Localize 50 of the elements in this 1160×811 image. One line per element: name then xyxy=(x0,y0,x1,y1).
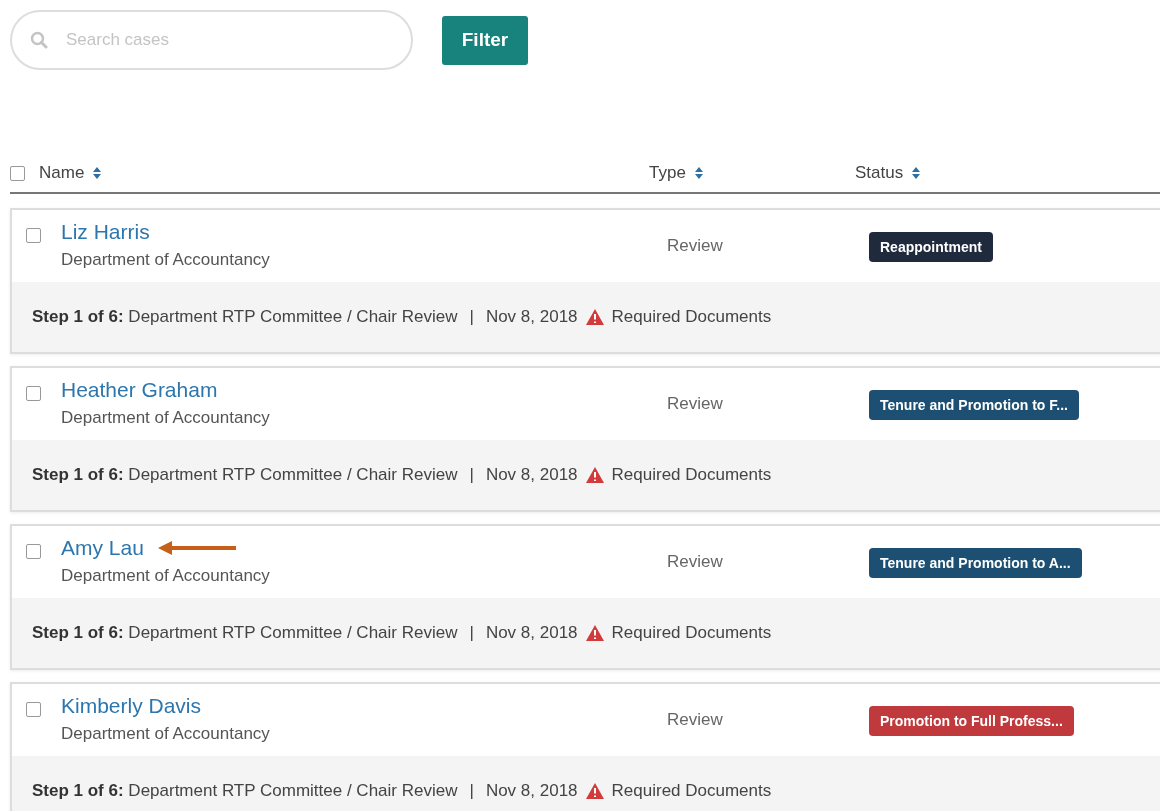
warning-icon xyxy=(585,467,604,483)
status-badge: Tenure and Promotion to A... xyxy=(869,548,1082,578)
case-name-link[interactable]: Kimberly Davis xyxy=(61,694,202,718)
separator: | xyxy=(469,781,474,801)
documents-text: Required Documents xyxy=(611,307,772,327)
type-text: Review xyxy=(667,710,724,730)
case-name-link[interactable]: Liz Harris xyxy=(61,220,150,244)
department-text: Department of Accountancy xyxy=(61,724,271,744)
department-text: Department of Accountancy xyxy=(61,566,271,586)
warning-icon xyxy=(585,783,604,799)
step-text: Step 1 of 6: Department RTP Committee / Chair Review xyxy=(32,307,458,327)
case-name-link[interactable]: Heather Graham xyxy=(61,378,218,402)
warning-icon xyxy=(585,309,604,325)
documents-text: Required Documents xyxy=(611,623,772,643)
warning-icon xyxy=(585,625,604,641)
separator: | xyxy=(469,465,474,485)
row-checkbox[interactable] xyxy=(26,544,41,559)
department-text: Department of Accountancy xyxy=(61,408,271,428)
step-text: Step 1 of 6: Department RTP Committee / Chair Review xyxy=(32,623,458,643)
column-header[interactable]: Name xyxy=(39,163,85,183)
case-name-link[interactable]: Amy Lau xyxy=(61,536,144,560)
select-all-checkbox[interactable] xyxy=(10,165,25,181)
department-text: Department of Accountancy xyxy=(61,250,271,270)
column-header[interactable]: Status xyxy=(855,163,904,183)
status-badge: Reappointment xyxy=(869,232,993,262)
sort-icon[interactable] xyxy=(92,166,103,180)
documents-text: Required Documents xyxy=(611,465,772,485)
row-checkbox[interactable] xyxy=(26,228,41,243)
documents-text: Required Documents xyxy=(611,781,772,801)
step-text: Step 1 of 6: Department RTP Committee / Chair Review xyxy=(32,781,458,801)
search-field[interactable]: Search cases xyxy=(10,10,413,70)
column-header[interactable]: Type xyxy=(649,163,686,183)
date-text: Nov 8, 2018 xyxy=(485,623,578,643)
status-badge: Tenure and Promotion to F... xyxy=(869,390,1079,420)
type-text: Review xyxy=(667,236,724,256)
sort-icon[interactable] xyxy=(911,166,922,180)
filter-button[interactable]: Filter xyxy=(442,15,528,65)
status-badge: Promotion to Full Profess... xyxy=(869,706,1074,736)
row-checkbox[interactable] xyxy=(26,702,41,717)
step-text: Step 1 of 6: Department RTP Committee / Chair Review xyxy=(32,465,458,485)
type-text: Review xyxy=(667,394,724,414)
search-icon xyxy=(30,31,48,49)
date-text: Nov 8, 2018 xyxy=(485,781,578,801)
date-text: Nov 8, 2018 xyxy=(485,465,578,485)
separator: | xyxy=(469,623,474,643)
row-checkbox[interactable] xyxy=(26,386,41,401)
date-text: Nov 8, 2018 xyxy=(485,307,578,327)
type-text: Review xyxy=(667,552,724,572)
separator: | xyxy=(469,307,474,327)
sort-icon[interactable] xyxy=(693,166,704,180)
